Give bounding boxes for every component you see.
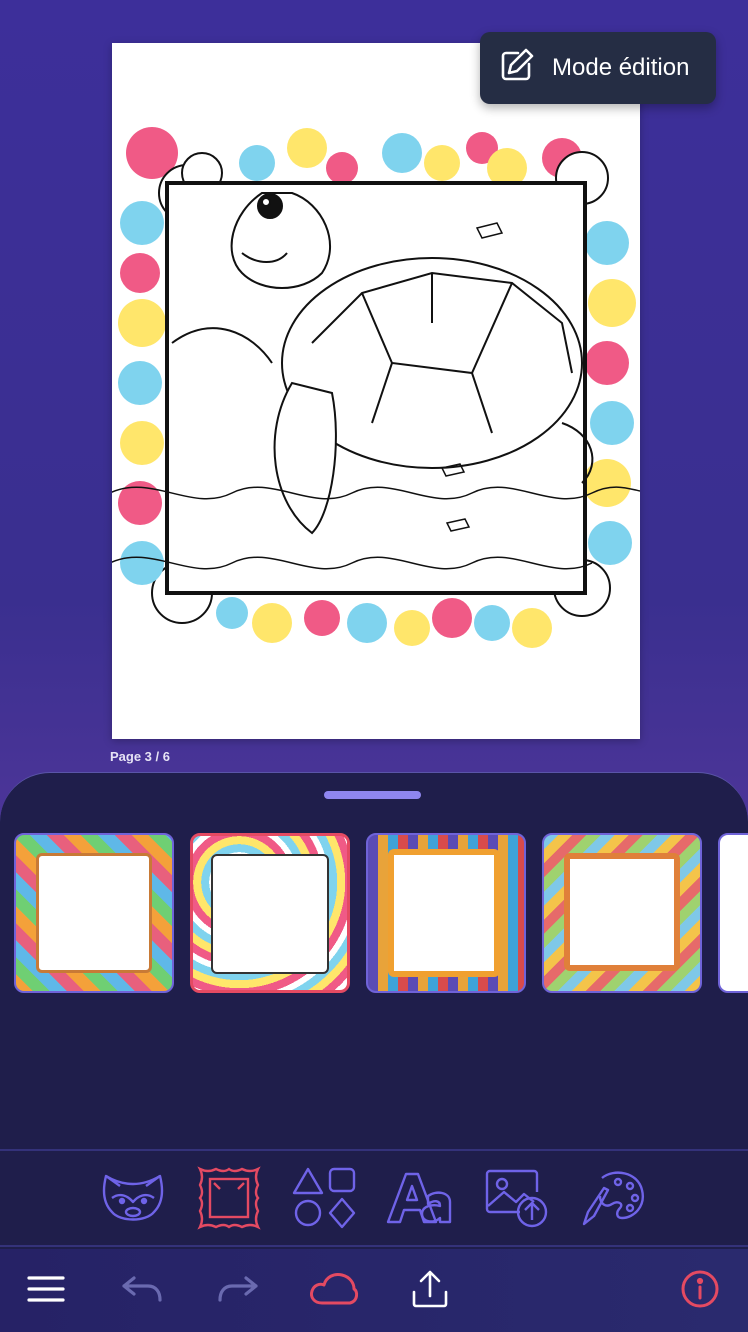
mode-edition-label: Mode édition [552, 54, 690, 81]
share-button[interactable] [402, 1263, 458, 1319]
palette-icon [580, 1168, 646, 1233]
text-tool[interactable] [386, 1167, 456, 1233]
mode-edition-button[interactable]: Mode édition [480, 32, 716, 104]
raccoon-icon [100, 1168, 166, 1233]
info-button[interactable] [672, 1263, 728, 1319]
frame-thumbnail[interactable] [14, 833, 174, 993]
page-indicator: Page 3 / 6 [110, 749, 170, 764]
turtle-illustration [112, 127, 640, 648]
toolbar-divider-top [0, 1149, 748, 1151]
redo-icon [216, 1274, 260, 1309]
stickers-tool[interactable] [98, 1167, 168, 1233]
pencil-square-icon [498, 46, 536, 91]
frame-thumbnail-selected[interactable] [190, 833, 350, 993]
text-icon [386, 1170, 456, 1231]
menu-button[interactable] [18, 1263, 74, 1319]
palette-tool[interactable] [578, 1167, 648, 1233]
image-upload-tool[interactable] [482, 1167, 552, 1233]
frame-carousel[interactable] [14, 833, 748, 993]
frames-tool[interactable] [194, 1165, 264, 1236]
cloud-icon [308, 1271, 360, 1312]
panel-drag-handle[interactable] [324, 791, 421, 799]
image-upload-icon [484, 1168, 550, 1233]
canvas-area: Mode édition Page 3 / 6 [0, 0, 748, 772]
shapes-icon [292, 1165, 358, 1236]
frame-thumbnail[interactable] [718, 833, 748, 993]
coloring-page[interactable] [112, 43, 640, 739]
share-icon [410, 1268, 450, 1315]
bottom-panel [0, 772, 748, 1332]
toolbar-divider-bottom [0, 1245, 748, 1247]
info-icon [680, 1269, 720, 1314]
redo-button[interactable] [210, 1263, 266, 1319]
undo-button[interactable] [114, 1263, 170, 1319]
tool-bar [0, 1153, 748, 1245]
cloud-save-button[interactable] [306, 1263, 362, 1319]
frame-thumbnail[interactable] [366, 833, 526, 993]
undo-icon [120, 1274, 164, 1309]
shapes-tool[interactable] [290, 1167, 360, 1233]
menu-icon [26, 1274, 66, 1309]
bottom-action-bar [0, 1249, 748, 1332]
frame-thumbnail[interactable] [542, 833, 702, 993]
frame-icon [196, 1165, 262, 1236]
